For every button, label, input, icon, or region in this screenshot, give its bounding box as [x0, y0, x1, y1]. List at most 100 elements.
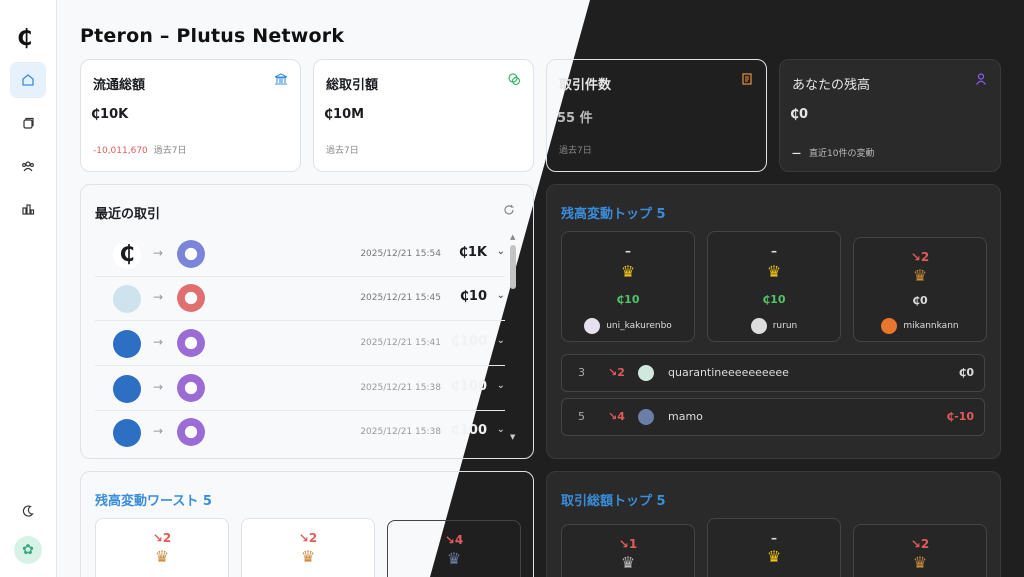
podium-user: rurun — [708, 318, 840, 334]
top-balance-title: 残高変動トップ 5 — [561, 207, 666, 222]
chevron-down-icon[interactable]: ⌄ — [497, 246, 505, 257]
podium-card-1[interactable]: ↘2 ♛ — [95, 518, 229, 577]
crown-icon: ♛ — [766, 262, 782, 281]
transaction-row[interactable]: → 2025/12/21 15:38 ₵100 ⌄ — [95, 367, 505, 411]
worst-balance-title: 残高変動ワースト 5 — [95, 494, 212, 509]
podium-user: mikannkann — [854, 318, 986, 334]
rank-change: ↘2 — [152, 531, 172, 545]
sidebar-item-home[interactable] — [10, 62, 46, 98]
scroll-down-icon[interactable]: ▼ — [510, 433, 515, 441]
sidebar: ₵ ✿ — [0, 0, 57, 577]
scroll-up-icon[interactable]: ▲ — [510, 233, 515, 241]
rank-change: ↘4 — [608, 410, 625, 423]
stat-card-count: 取引件数 55 件 過去7日 — [546, 59, 767, 172]
chevron-down-icon[interactable]: ⌄ — [497, 380, 505, 391]
podium-card-3[interactable]: ↘2 ♛ — [853, 524, 987, 577]
rank-change: – — [771, 531, 777, 545]
recent-transactions-card: 最近の取引 ₵ → 2025/12/21 15:54 ₵1K ⌄ → 2025/… — [80, 184, 534, 459]
stat-subtext: -10,011,670 過去7日 — [93, 146, 187, 156]
transaction-time: 2025/12/21 15:45 — [360, 293, 441, 303]
scrollbar[interactable]: ▲ ▼ — [509, 233, 517, 441]
avatar — [881, 318, 898, 334]
stat-label: 流通総額 — [93, 78, 146, 93]
chart-icon — [22, 204, 35, 215]
podium-card-1[interactable]: – ♛ ₵10 uni_kakurenbo — [561, 231, 695, 342]
transaction-row[interactable]: → 2025/12/21 15:45 ₵10 ⌄ — [95, 277, 505, 321]
ranking-row[interactable]: 3 ↘2 quarantineeeeeeeeee ₵0 — [561, 354, 985, 392]
page-title: Pteron – Plutus Network — [80, 25, 345, 47]
sender-avatar — [113, 419, 141, 447]
transaction-time: 2025/12/21 15:38 — [360, 383, 441, 393]
arrow-right-icon: → — [153, 246, 164, 260]
transaction-row[interactable]: → 2025/12/21 15:41 ₵100 ⌄ — [95, 322, 505, 366]
stat-label: 総取引額 — [326, 78, 379, 93]
theme-toggle-button[interactable] — [10, 493, 46, 529]
crown-icon: ♛ — [912, 266, 928, 285]
stat-subtext: 過去7日 — [559, 146, 592, 156]
transaction-amount: ₵1K — [458, 245, 487, 260]
users-icon — [22, 161, 34, 172]
person-icon — [976, 73, 986, 85]
stat-card-volume: 総取引額 ₵10M 過去7日 — [313, 59, 534, 172]
ranking-balance: ₵-10 — [946, 410, 974, 423]
ranking-row[interactable]: 5 ↘4 mamo ₵-10 — [561, 398, 985, 436]
podium-card-1[interactable]: ↘1 ♛ — [561, 524, 695, 577]
transaction-row[interactable]: → 2025/12/21 15:38 ₵100 ⌄ — [95, 411, 505, 455]
sidebar-item-cards[interactable] — [10, 105, 46, 141]
crown-icon: ♛ — [154, 547, 170, 566]
rank-change: ↘1 — [618, 537, 638, 551]
receiver-avatar — [177, 374, 205, 402]
top-balance-card: 残高変動トップ 5 – ♛ ₵10 uni_kakurenbo – ♛ ₵10 … — [546, 184, 1001, 459]
rank-number: 3 — [578, 366, 585, 379]
worst-balance-card: 残高変動ワースト 5 ↘2 ♛ ↘2 ♛ ↘4 ♛ — [80, 471, 534, 577]
stat-value: ₵10M — [324, 107, 365, 122]
chevron-down-icon[interactable]: ⌄ — [497, 424, 505, 435]
stat-subtext: 過去7日 — [326, 146, 359, 156]
refresh-icon[interactable] — [503, 204, 515, 216]
sidebar-item-chart[interactable] — [10, 191, 46, 227]
ranking-balance: ₵0 — [958, 366, 974, 379]
top-volume-card: 取引総額トップ 5 ↘1 ♛ – ♛ ↘2 ♛ — [546, 471, 1001, 577]
transaction-amount: ₵100 — [450, 379, 487, 394]
transaction-time: 2025/12/21 15:41 — [360, 338, 441, 348]
stat-value: ₵10K — [91, 107, 129, 122]
podium-balance: ₵0 — [912, 294, 928, 307]
crown-icon: ♛ — [766, 547, 782, 566]
crown-icon: ♛ — [446, 549, 462, 568]
stat-value: ₵0 — [790, 107, 809, 122]
podium-card-3[interactable]: ↘4 ♛ — [387, 520, 521, 577]
stat-value: 55 件 — [557, 111, 593, 126]
avatar — [638, 409, 654, 425]
transaction-row[interactable]: ₵ → 2025/12/21 15:54 ₵1K ⌄ — [95, 233, 505, 277]
arrow-right-icon: → — [153, 290, 164, 304]
rank-change: – — [771, 244, 777, 258]
podium-balance: ₵10 — [616, 293, 640, 306]
receiver-avatar — [177, 329, 205, 357]
moon-icon — [22, 505, 34, 517]
rank-change: ↘2 — [608, 366, 625, 379]
crown-icon: ♛ — [620, 262, 636, 281]
coins-icon — [508, 73, 521, 86]
transaction-amount: ₵100 — [450, 334, 487, 349]
podium-card-2[interactable]: ↘2 ♛ — [241, 518, 375, 577]
user-avatar[interactable]: ✿ — [14, 536, 42, 564]
podium-card-3[interactable]: ↘2 ♛ ₵0 mikannkann — [853, 237, 987, 342]
stat-card-circulation: 流通総額 ₵10K -10,011,670 過去7日 — [80, 59, 301, 172]
scrollbar-thumb[interactable] — [510, 245, 516, 289]
cards-icon — [23, 117, 34, 129]
rank-change: ↘2 — [298, 531, 318, 545]
podium-card-2[interactable]: – ♛ — [707, 518, 841, 577]
sidebar-item-users[interactable] — [10, 148, 46, 184]
podium-balance: ₵10 — [762, 293, 786, 306]
podium-card-2[interactable]: – ♛ ₵10 rurun — [707, 231, 841, 342]
top-volume-title: 取引総額トップ 5 — [561, 494, 666, 509]
avatar — [584, 318, 601, 334]
chevron-down-icon[interactable]: ⌄ — [497, 335, 505, 346]
receiver-avatar — [177, 240, 205, 268]
ranking-user: quarantineeeeeeeeee — [668, 366, 789, 379]
crown-icon: ♛ — [300, 547, 316, 566]
bank-icon — [274, 73, 288, 85]
transaction-time: 2025/12/21 15:54 — [360, 249, 441, 259]
app-logo[interactable]: ₵ — [17, 26, 32, 51]
chevron-down-icon[interactable]: ⌄ — [497, 290, 505, 301]
